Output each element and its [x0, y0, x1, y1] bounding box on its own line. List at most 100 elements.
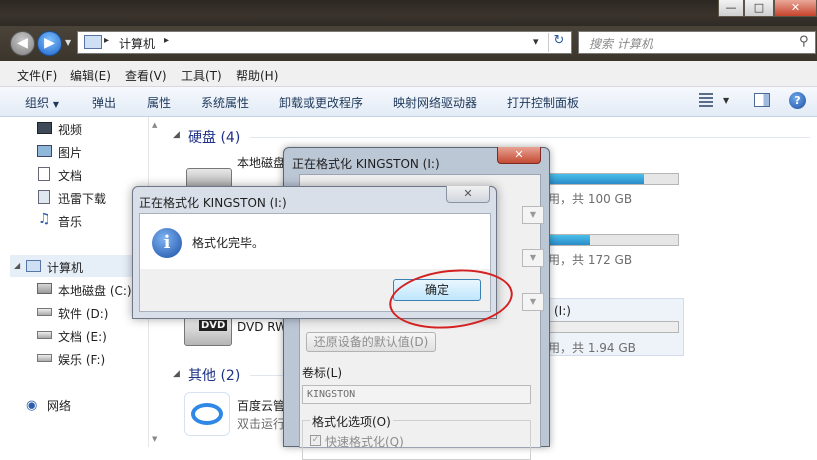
window-title-bar — [0, 0, 817, 26]
hard-disks-header[interactable]: 硬盘 (4) — [188, 127, 240, 147]
nav-computer[interactable]: 计算机 — [47, 259, 83, 276]
nav-drive-e[interactable]: 文档 (E:) — [58, 328, 107, 345]
collapse-arrow-icon[interactable]: ◢ — [173, 130, 180, 140]
properties-button[interactable]: 属性 — [147, 94, 171, 111]
information-icon: i — [152, 228, 182, 258]
message-dialog-title: 正在格式化 KINGSTON (I:) — [139, 196, 287, 210]
collapse-other-arrow-icon[interactable]: ◢ — [173, 369, 180, 379]
scroll-up-icon[interactable]: ▲ — [152, 121, 157, 129]
dvd-drive-icon: DVD — [184, 316, 232, 346]
history-dropdown-icon[interactable]: ▼ — [65, 38, 71, 47]
drive-c-capacity: 用，共 100 GB — [548, 192, 633, 206]
close-window-button[interactable]: ✕ — [774, 0, 817, 17]
map-network-drive-button[interactable]: 映射网络驱动器 — [393, 94, 477, 111]
video-library-icon — [37, 122, 52, 134]
menu-edit[interactable]: 编辑(E) — [70, 67, 111, 84]
drive-c-usage-bar — [540, 173, 679, 185]
forward-button[interactable]: ▶ — [37, 31, 62, 56]
baidu-cloud-shape-icon — [191, 403, 223, 425]
format-dialog-top — [300, 175, 540, 177]
baidu-cloud-sub: 双击运行 — [237, 417, 286, 431]
format-dialog-title: 正在格式化 KINGSTON (I:) — [292, 157, 440, 171]
chevron-down-icon: ▼ — [52, 100, 59, 109]
organize-button[interactable]: 组织 ▼ — [25, 94, 59, 111]
allocation-combo-arrow-icon[interactable]: ▼ — [522, 293, 544, 311]
uninstall-programs-button[interactable]: 卸载或更改程序 — [279, 94, 363, 111]
message-text: 格式化完毕。 — [192, 236, 265, 250]
pictures-library-icon — [37, 145, 52, 157]
nav-music[interactable]: 音乐 — [58, 213, 82, 230]
dvd-drive-label[interactable]: DVD RW — [237, 320, 287, 334]
drive-f-icon — [37, 354, 52, 362]
breadcrumb-arrow-icon[interactable]: ▸ — [164, 35, 169, 46]
drive-2-capacity: 用，共 172 GB — [548, 253, 633, 267]
nav-drive-f[interactable]: 娱乐 (F:) — [58, 351, 105, 368]
other-header[interactable]: 其他 (2) — [188, 365, 240, 385]
local-disk-icon — [37, 283, 52, 294]
nav-network[interactable]: 网络 — [47, 397, 71, 414]
drive-c-label[interactable]: 本地磁盘 — [237, 154, 285, 171]
nav-videos[interactable]: 视频 — [58, 121, 82, 138]
drive-i-usage-bar — [540, 321, 679, 333]
search-icon[interactable]: ⚲ — [799, 34, 809, 49]
maximize-button[interactable]: □ — [744, 0, 774, 17]
message-dialog-close-button[interactable]: ✕ — [446, 186, 490, 203]
menu-view[interactable]: 查看(V) — [125, 67, 167, 84]
message-content-area: i 格式化完毕。 — [140, 214, 490, 269]
search-placeholder: 搜索 计算机 — [589, 37, 653, 51]
menu-help[interactable]: 帮助(H) — [236, 67, 278, 84]
other-group-divider — [250, 375, 285, 376]
menu-file[interactable]: 文件(F) — [17, 67, 57, 84]
dvd-logo-icon: DVD — [199, 320, 228, 331]
menu-bar — [0, 61, 817, 87]
music-library-icon: ♫ — [38, 211, 51, 227]
filesystem-combo-arrow-icon[interactable]: ▼ — [522, 249, 544, 267]
capacity-combo-arrow-icon[interactable]: ▼ — [522, 206, 544, 224]
group-divider — [250, 137, 810, 138]
nav-pictures[interactable]: 图片 — [58, 144, 82, 161]
view-options-icon[interactable] — [699, 93, 713, 107]
documents-library-icon — [38, 167, 50, 181]
baidu-cloud-icon — [184, 392, 230, 436]
baidu-cloud-label[interactable]: 百度云管 — [237, 397, 285, 414]
nav-documents[interactable]: 文档 — [58, 167, 82, 184]
computer-icon — [84, 35, 102, 49]
expand-arrow-icon[interactable]: ◢ — [14, 261, 20, 270]
system-properties-button[interactable]: 系统属性 — [201, 94, 249, 111]
drive-i-capacity: 用，共 1.94 GB — [548, 341, 636, 355]
back-button[interactable]: ◀ — [10, 31, 35, 56]
address-bar[interactable]: ▸ 计算机 ▸ ▾ ↻ — [77, 31, 572, 54]
view-dropdown-icon[interactable]: ▼ — [723, 96, 729, 105]
nav-drive-d[interactable]: 软件 (D:) — [58, 305, 108, 322]
organize-label: 组织 — [25, 96, 50, 110]
format-options-caption: 格式化选项(O) — [310, 413, 393, 430]
format-dialog-close-button[interactable]: ✕ — [497, 147, 541, 164]
address-dropdown-icon[interactable]: ▾ — [533, 35, 539, 48]
drive-2-usage-bar — [540, 234, 679, 246]
path-separator-icon[interactable]: ▸ — [104, 35, 109, 46]
downloads-folder-icon — [38, 190, 50, 204]
drive-c-usage-fill — [541, 174, 644, 184]
computer-nav-icon — [26, 260, 41, 272]
scroll-down-icon[interactable]: ▼ — [152, 435, 157, 443]
preview-pane-icon[interactable] — [754, 93, 770, 107]
volume-label-caption: 卷标(L) — [302, 366, 343, 380]
quick-format-label: 快速格式化(Q) — [325, 435, 404, 449]
breadcrumb-computer[interactable]: 计算机 — [119, 35, 155, 52]
nav-drive-c[interactable]: 本地磁盘 (C:) — [58, 282, 132, 299]
minimize-button[interactable]: — — [718, 0, 744, 17]
drive-i-label[interactable]: (I:) — [554, 304, 571, 318]
open-control-panel-button[interactable]: 打开控制面板 — [507, 94, 579, 111]
volume-label-input[interactable]: KINGSTON — [302, 385, 531, 404]
refresh-icon[interactable]: ↻ — [548, 33, 569, 52]
search-input[interactable]: 搜索 计算机 ⚲ — [578, 31, 816, 54]
drive-e-icon — [37, 331, 52, 339]
help-icon[interactable]: ? — [789, 92, 806, 109]
drive-d-icon — [37, 308, 52, 316]
restore-defaults-button[interactable]: 还原设备的默认值(D) — [306, 332, 436, 352]
quick-format-checkbox[interactable]: ✓ — [310, 435, 321, 446]
eject-button[interactable]: 弹出 — [92, 94, 116, 111]
nav-thunder-downloads[interactable]: 迅雷下载 — [58, 190, 106, 207]
menu-tools[interactable]: 工具(T) — [181, 67, 222, 84]
network-icon: ◉ — [26, 398, 38, 413]
